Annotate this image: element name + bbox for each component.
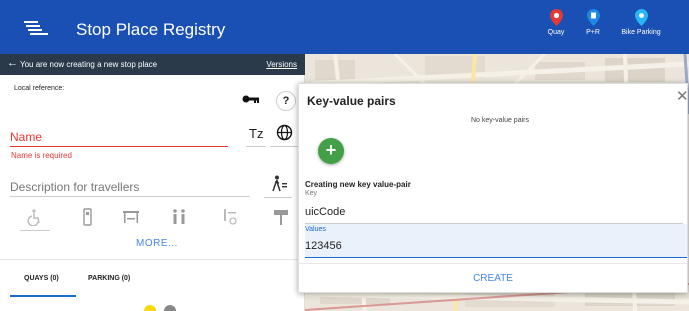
versions-link[interactable]: Versions <box>266 60 297 69</box>
creating-banner: ← You are now creating a new stop place … <box>0 54 305 75</box>
timezone-button[interactable]: Tz <box>249 126 263 141</box>
park-ride-marker-icon <box>586 9 600 26</box>
ticket-machine-icon[interactable] <box>79 208 97 226</box>
tab-quays[interactable]: QUAYS (0) <box>24 275 59 282</box>
empty-message: No key-value pairs <box>471 117 529 124</box>
walking-accessibility-icon[interactable] <box>270 175 288 193</box>
globe-underline <box>270 146 298 147</box>
values-field-label: Values <box>305 226 326 233</box>
back-arrow-icon[interactable]: ← <box>7 57 18 69</box>
create-divider <box>299 263 687 264</box>
timezone-underline <box>246 146 266 147</box>
active-tab-indicator <box>10 295 76 297</box>
values-field-value[interactable]: 123456 <box>305 240 342 252</box>
values-field-underline <box>305 257 687 258</box>
legend-bike-parking[interactable]: Bike Parking <box>619 9 663 36</box>
stop-registry-logo-icon <box>24 21 48 35</box>
stop-place-editor: ← You are now creating a new stop place … <box>0 54 305 311</box>
shelter-icon[interactable] <box>122 208 140 226</box>
quay-marker-icon <box>549 9 563 26</box>
tab-parking[interactable]: PARKING (0) <box>88 275 130 282</box>
add-key-value-button[interactable]: + <box>318 138 344 164</box>
legend-bike-parking-label: Bike Parking <box>621 29 661 36</box>
local-reference-label: Local reference: <box>14 85 65 92</box>
key-icon[interactable] <box>242 94 260 104</box>
key-field-label: Key <box>305 190 318 197</box>
legend-park-ride[interactable]: P+R <box>571 9 615 36</box>
wheelchair-icon[interactable] <box>26 208 44 226</box>
values-field[interactable]: Values 123456 <box>305 224 687 258</box>
quay-marker-preview <box>144 305 176 311</box>
legend-park-ride-label: P+R <box>586 29 600 36</box>
new-pair-title: Creating new key value-pair <box>305 180 411 189</box>
creating-banner-text: You are now creating a new stop place <box>20 60 158 69</box>
dialog-title: Key-value pairs <box>307 94 396 108</box>
signpost-icon[interactable] <box>272 208 290 226</box>
walking-underline <box>264 197 292 198</box>
wheelchair-underline <box>20 230 50 231</box>
tabs-divider <box>0 259 305 260</box>
waiting-room-icon[interactable] <box>170 208 188 226</box>
close-icon[interactable]: ✕ <box>676 89 689 104</box>
key-field[interactable]: uicCode <box>305 206 345 218</box>
globe-icon[interactable] <box>276 124 293 141</box>
more-button[interactable]: MORE... <box>136 238 178 249</box>
create-button[interactable]: CREATE <box>299 266 687 292</box>
app-root: Stop Place Registry Quay P+R Bike Parkin… <box>0 0 689 311</box>
description-input[interactable] <box>10 177 250 197</box>
key-value-dialog: Key-value pairs ✕ No key-value pairs + C… <box>298 83 689 293</box>
bike-shelter-icon[interactable] <box>222 208 240 226</box>
plus-icon: + <box>325 140 337 160</box>
app-header: Stop Place Registry Quay P+R Bike Parkin… <box>0 0 689 54</box>
name-input[interactable] <box>10 127 228 147</box>
app-title: Stop Place Registry <box>76 20 226 39</box>
bike-parking-marker-icon <box>634 9 648 26</box>
help-icon[interactable]: ? <box>276 91 296 111</box>
name-error: Name is required <box>11 151 72 160</box>
